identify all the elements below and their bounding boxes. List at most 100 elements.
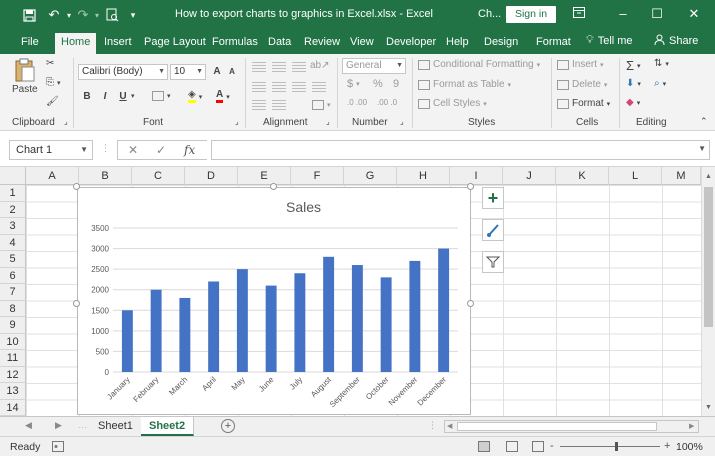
alignment-launcher-icon[interactable]: ⌟ xyxy=(326,117,330,126)
chart-filters-button[interactable] xyxy=(482,251,504,273)
row-header[interactable]: 14 xyxy=(0,399,26,416)
column-header[interactable]: F xyxy=(291,167,344,185)
bold-button[interactable]: B xyxy=(80,90,94,104)
horizontal-scrollbar[interactable]: ◀ ▶ xyxy=(444,420,699,433)
row-header[interactable]: 7 xyxy=(0,284,26,301)
font-name-combo[interactable]: Calibri (Body) ▼ xyxy=(78,64,168,80)
font-color-button[interactable]: A ▾ xyxy=(216,90,230,103)
comma-button[interactable]: 9 xyxy=(393,78,399,90)
column-header[interactable]: I xyxy=(450,167,503,185)
scroll-up-icon[interactable]: ▲ xyxy=(705,173,712,180)
column-header[interactable]: L xyxy=(609,167,662,185)
copy-button[interactable]: ⎘ ▾ xyxy=(46,77,61,88)
zoom-level[interactable]: 100% xyxy=(676,441,703,453)
orientation-button[interactable]: ab↗ xyxy=(310,60,330,71)
paste-button[interactable]: Paste xyxy=(12,58,38,95)
close-icon[interactable]: ✕ xyxy=(683,4,705,24)
row-header[interactable]: 13 xyxy=(0,383,26,400)
row-header[interactable]: 2 xyxy=(0,201,26,218)
sheet-tab-sheet1[interactable]: Sheet1 xyxy=(90,417,142,436)
italic-button[interactable]: I xyxy=(98,90,112,104)
chart-elements-button[interactable]: + xyxy=(482,187,504,209)
format-painter-button[interactable]: 🖌︎ xyxy=(46,96,59,107)
row-header[interactable]: 1 xyxy=(0,185,26,202)
column-header[interactable]: J xyxy=(503,167,556,185)
column-header[interactable]: H xyxy=(397,167,450,185)
customize-qat-icon[interactable]: ▾ xyxy=(124,6,142,24)
chart-styles-button[interactable] xyxy=(482,219,504,241)
normal-view-icon[interactable] xyxy=(478,441,490,452)
tab-insert[interactable]: Insert xyxy=(104,34,132,54)
tab-format[interactable]: Format xyxy=(536,34,571,54)
column-header[interactable]: A xyxy=(26,167,79,185)
save-icon[interactable] xyxy=(20,6,38,24)
column-header[interactable]: C xyxy=(132,167,185,185)
shrink-font-button[interactable]: A xyxy=(225,65,239,79)
name-box[interactable]: Chart 1 ▼ xyxy=(9,140,93,160)
indent-buttons[interactable] xyxy=(252,100,286,110)
tab-help[interactable]: Help xyxy=(446,34,469,54)
clear-button[interactable]: ◆ ▾ xyxy=(626,97,640,108)
align-horizontal-buttons[interactable] xyxy=(252,82,306,92)
column-header[interactable]: K xyxy=(556,167,609,185)
row-header[interactable]: 4 xyxy=(0,234,26,251)
row-header[interactable]: 8 xyxy=(0,300,26,317)
resize-handle-top[interactable] xyxy=(270,183,277,190)
insert-function-icon[interactable]: fx xyxy=(184,143,195,157)
row-header[interactable]: 9 xyxy=(0,317,26,334)
tab-developer[interactable]: Developer xyxy=(386,34,436,54)
row-header[interactable]: 11 xyxy=(0,350,26,367)
clipboard-launcher-icon[interactable]: ⌟ xyxy=(64,117,68,126)
tab-home[interactable]: Home xyxy=(55,33,97,54)
zoom-in-button[interactable]: + xyxy=(664,440,670,452)
zoom-out-button[interactable]: - xyxy=(550,440,554,452)
merge-button[interactable]: ▾ xyxy=(312,100,331,110)
row-header[interactable]: 10 xyxy=(0,333,26,350)
decrease-decimal-button[interactable]: .00 .0 xyxy=(377,98,397,107)
underline-button[interactable]: U xyxy=(116,90,130,104)
fill-color-button[interactable]: ◈ ▾ xyxy=(188,90,202,103)
share-button[interactable]: Share xyxy=(654,34,698,48)
insert-cells-button[interactable]: Insert ▾ xyxy=(557,59,604,70)
vertical-scrollbar[interactable]: ▲ ▼ xyxy=(701,167,715,416)
scroll-down-icon[interactable]: ▼ xyxy=(705,404,712,411)
tab-split-grip-icon[interactable]: ⋮ xyxy=(428,420,437,431)
sheet-tab-sheet2[interactable]: Sheet2 xyxy=(141,417,195,436)
increase-decimal-button[interactable]: .0 .00 xyxy=(347,98,367,107)
prev-sheet-icon[interactable]: ◀ xyxy=(25,420,32,431)
minimize-icon[interactable]: – xyxy=(612,4,634,24)
scroll-right-icon[interactable]: ▶ xyxy=(689,422,694,430)
add-sheet-icon[interactable]: + xyxy=(221,419,235,433)
percent-button[interactable]: % xyxy=(373,78,383,90)
cell-styles-button[interactable]: Cell Styles ▾ xyxy=(418,98,487,109)
print-preview-icon[interactable] xyxy=(103,6,121,24)
collapse-ribbon-icon[interactable]: ⌃ xyxy=(700,116,708,127)
next-sheet-icon[interactable]: ▶ xyxy=(55,420,62,431)
borders-button[interactable]: ▾ xyxy=(152,91,171,101)
find-select-button[interactable]: ⌕ ▾ xyxy=(654,78,666,89)
row-header[interactable]: 12 xyxy=(0,366,26,383)
fill-button[interactable]: ⬇ ▾ xyxy=(626,78,641,89)
wrap-text-button[interactable] xyxy=(312,82,326,92)
tell-me-box[interactable]: 💡︎ Tell me xyxy=(586,34,633,47)
scroll-left-icon[interactable]: ◀ xyxy=(447,422,452,430)
resize-handle-left[interactable] xyxy=(73,300,80,307)
page-break-view-icon[interactable] xyxy=(532,441,544,452)
macro-record-icon[interactable] xyxy=(52,441,64,455)
cut-button[interactable]: ✂ xyxy=(46,58,54,69)
font-size-combo[interactable]: 10 ▼ xyxy=(170,64,206,80)
grow-font-button[interactable]: A xyxy=(210,65,224,79)
horizontal-scroll-thumb[interactable] xyxy=(457,422,657,431)
row-header[interactable]: 6 xyxy=(0,267,26,284)
currency-button[interactable]: $ ▾ xyxy=(347,78,360,90)
column-header[interactable]: M xyxy=(662,167,701,185)
zoom-slider-thumb[interactable] xyxy=(615,442,618,451)
tab-view[interactable]: View xyxy=(350,34,374,54)
resize-handle-top-right[interactable] xyxy=(467,183,474,190)
column-header[interactable]: E xyxy=(238,167,291,185)
expand-formula-icon[interactable]: ▼ xyxy=(698,144,706,153)
row-header[interactable]: 5 xyxy=(0,251,26,268)
chart-object[interactable]: Sales 0 500 1000 1500 2000 2500 3000 3500 January… xyxy=(77,187,471,415)
underline-dropdown-icon[interactable]: ▾ xyxy=(131,92,135,100)
delete-cells-button[interactable]: Delete ▾ xyxy=(557,79,607,90)
